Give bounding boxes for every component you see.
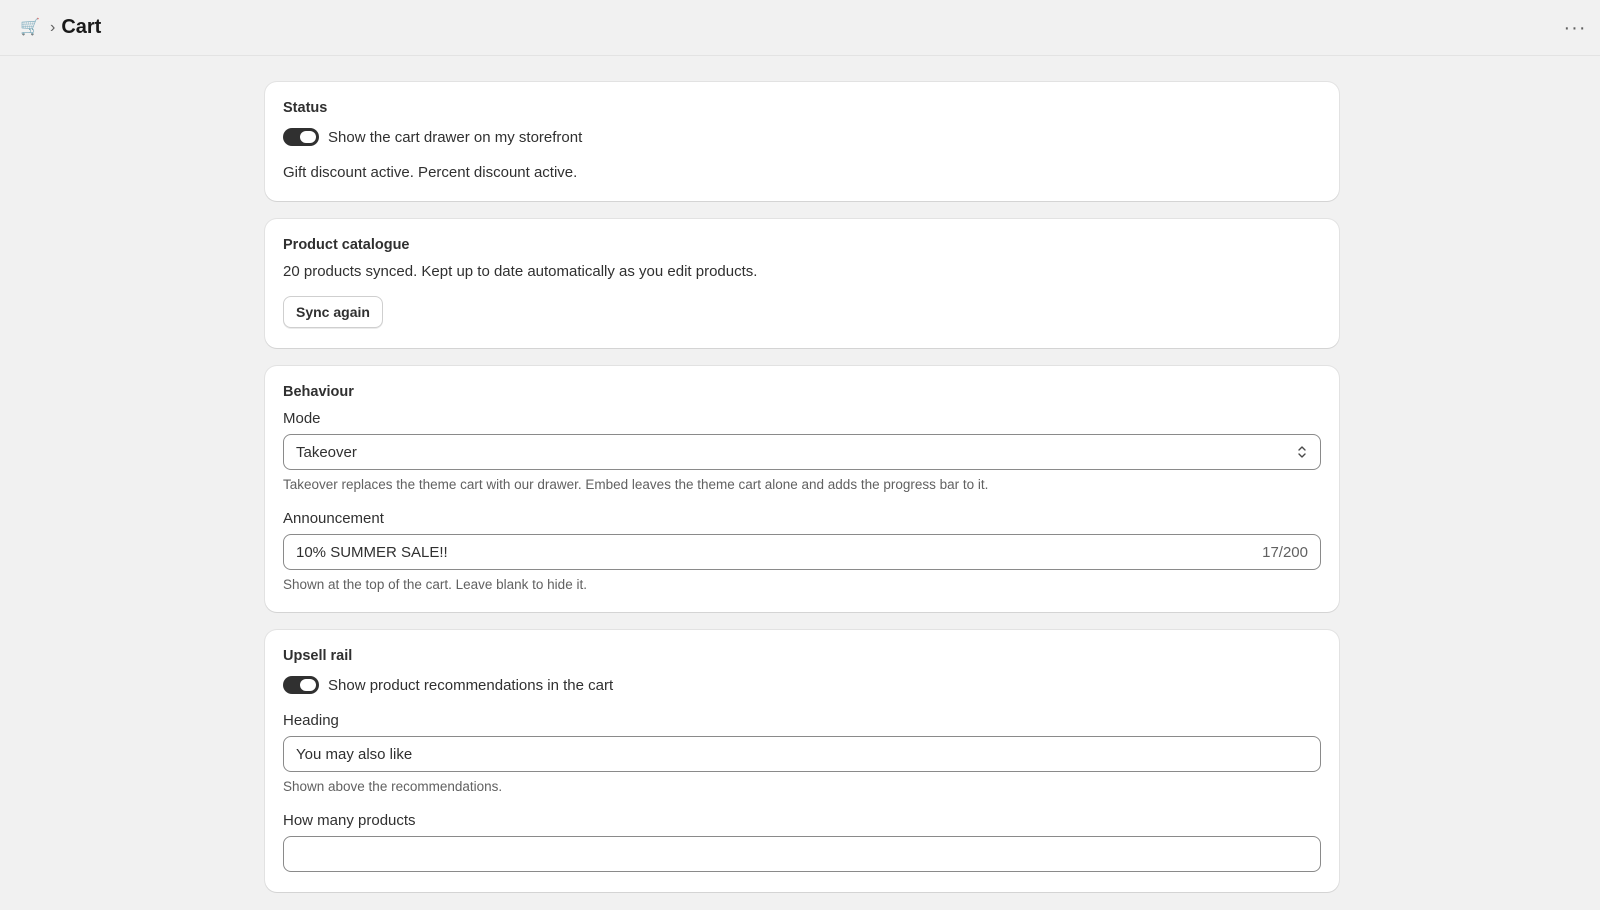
behaviour-card: Behaviour Mode Takeover Takeover replace… — [265, 366, 1339, 612]
recommendations-toggle-label: Show product recommendations in the cart — [328, 676, 614, 694]
announcement-label: Announcement — [283, 510, 384, 527]
settings-main: Status Show the cart drawer on my storef… — [265, 82, 1339, 910]
recommendations-toggle[interactable] — [283, 676, 319, 694]
breadcrumb-separator: › — [50, 18, 56, 36]
mode-label: Mode — [283, 410, 321, 427]
announcement-char-counter: 17/200 — [1262, 543, 1308, 561]
cart-drawer-toggle-row: Show the cart drawer on my storefront — [283, 128, 1321, 146]
product-count-select[interactable] — [283, 836, 1321, 872]
mode-select-value: Takeover — [296, 443, 357, 461]
announcement-input[interactable]: 10% SUMMER SALE!! 17/200 — [283, 534, 1321, 570]
sync-again-button[interactable]: Sync again — [283, 296, 383, 328]
announcement-help-text: Shown at the top of the cart. Leave blan… — [283, 577, 587, 592]
cart-drawer-toggle-label: Show the cart drawer on my storefront — [328, 128, 583, 146]
behaviour-title: Behaviour — [283, 384, 354, 400]
heading-label: Heading — [283, 712, 339, 729]
page-title: Cart — [61, 16, 102, 38]
more-actions-button[interactable]: ··· — [1560, 14, 1590, 42]
more-horizontal-icon: ··· — [1563, 16, 1587, 39]
status-card-title: Status — [283, 100, 328, 116]
status-card: Status Show the cart drawer on my storef… — [265, 82, 1339, 201]
shopping-cart-icon[interactable]: 🛒 — [18, 16, 42, 40]
select-arrows-icon — [1296, 443, 1308, 461]
product-catalogue-card: Product catalogue 20 products synced. Ke… — [265, 219, 1339, 348]
recommendations-toggle-row: Show product recommendations in the cart — [283, 676, 1321, 694]
heading-input[interactable]: You may also like — [283, 736, 1321, 772]
heading-input-value: You may also like — [296, 745, 413, 763]
mode-select[interactable]: Takeover — [283, 434, 1321, 470]
status-message: Gift discount active. Percent discount a… — [283, 164, 578, 181]
upsell-rail-title: Upsell rail — [283, 648, 353, 664]
sync-status-text: 20 products synced. Kept up to date auto… — [283, 263, 758, 280]
product-count-label: How many products — [283, 812, 416, 829]
product-catalogue-title: Product catalogue — [283, 237, 410, 253]
announcement-input-value: 10% SUMMER SALE!! — [296, 543, 448, 561]
cart-drawer-toggle[interactable] — [283, 128, 319, 146]
upsell-rail-card: Upsell rail Show product recommendations… — [265, 630, 1339, 892]
mode-help-text: Takeover replaces the theme cart with ou… — [283, 477, 989, 492]
heading-help-text: Shown above the recommendations. — [283, 779, 503, 794]
top-bar: 🛒 › Cart ··· — [0, 0, 1600, 56]
